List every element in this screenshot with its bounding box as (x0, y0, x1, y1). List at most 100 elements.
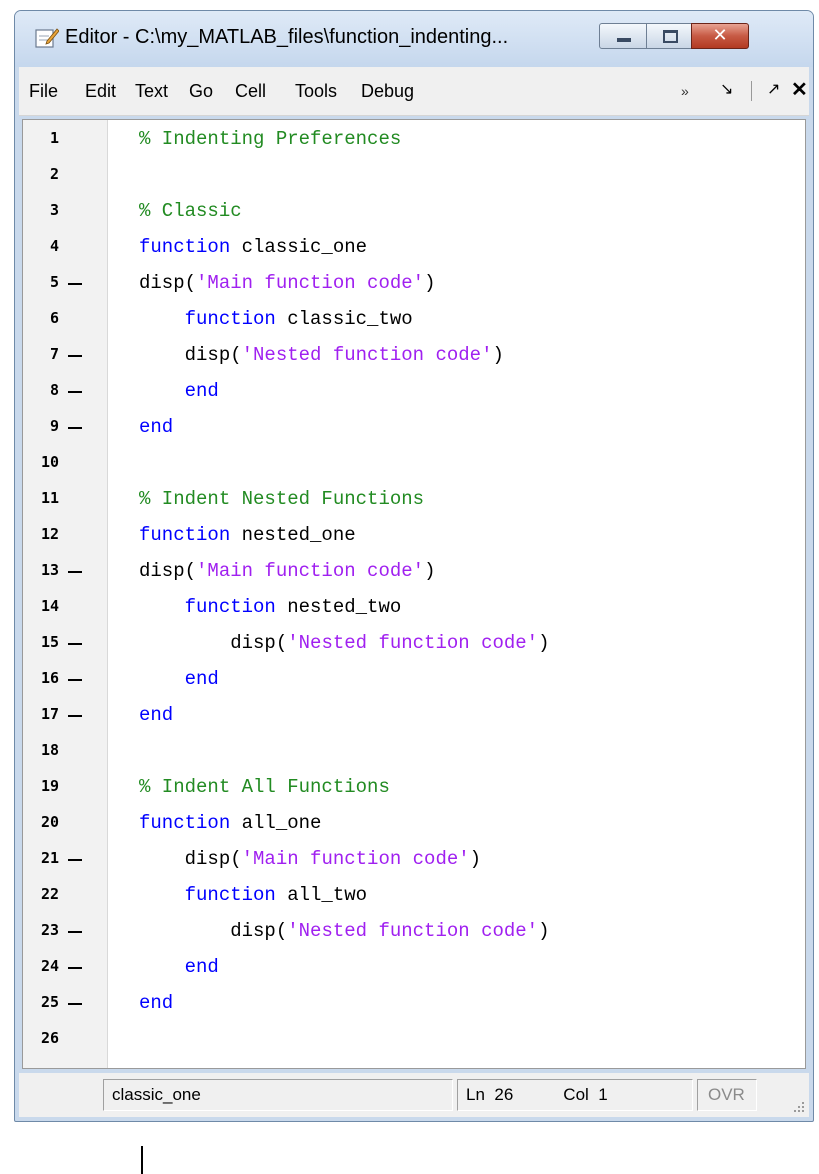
code-line[interactable]: 22 function all_two (23, 878, 805, 914)
keyword-token: function (139, 236, 231, 258)
code-token: classic_two (275, 308, 413, 330)
undock-icon[interactable]: ↗ (767, 79, 780, 99)
breakpoint-marker[interactable] (68, 1003, 82, 1005)
line-number: 14 (40, 597, 59, 615)
code-line[interactable]: 21 disp('Main function code') (23, 842, 805, 878)
title-bar[interactable]: Editor - C:\my_MATLAB_files\function_ind… (15, 11, 813, 67)
code-line[interactable]: 2 (23, 158, 805, 194)
close-editor-icon[interactable]: ✕ (791, 77, 808, 102)
breakpoint-marker[interactable] (68, 859, 82, 861)
breakpoint-marker[interactable] (68, 643, 82, 645)
code-token: classic_one (230, 236, 368, 258)
line-number: 19 (40, 777, 59, 795)
code-line[interactable]: 24 end (23, 950, 805, 986)
breakpoint-marker[interactable] (68, 355, 82, 357)
code-line[interactable]: 7 disp('Nested function code') (23, 338, 805, 374)
comment-token: % Indenting Preferences (139, 128, 402, 150)
code-line[interactable]: 8 end (23, 374, 805, 410)
window-title: Editor - C:\my_MATLAB_files\function_ind… (65, 26, 509, 48)
code-line[interactable]: 10 (23, 446, 805, 482)
code-line[interactable]: 14 function nested_two (23, 590, 805, 626)
code-token: ) (538, 920, 550, 942)
code-line[interactable]: 23 disp('Nested function code') (23, 914, 805, 950)
menu-debug[interactable]: Debug (361, 81, 414, 102)
code-text: function classic_two (139, 308, 413, 330)
code-text: function all_two (139, 884, 367, 906)
menu-file[interactable]: File (29, 81, 58, 102)
breakpoint-marker[interactable] (68, 571, 82, 573)
code-line[interactable]: 25 end (23, 986, 805, 1022)
breakpoint-marker[interactable] (68, 427, 82, 429)
breakpoint-marker[interactable] (68, 931, 82, 933)
menu-cell[interactable]: Cell (235, 81, 266, 102)
code-line[interactable]: 1 % Indenting Preferences (23, 122, 805, 158)
code-line[interactable]: 17 end (23, 698, 805, 734)
code-line[interactable]: 19 % Indent All Functions (23, 770, 805, 806)
breakpoint-marker[interactable] (68, 715, 82, 717)
string-token: 'Main function code' (241, 848, 470, 870)
code-token: ) (538, 632, 550, 654)
maximize-button[interactable] (646, 23, 692, 49)
code-line[interactable]: 12 function nested_one (23, 518, 805, 554)
keyword-token: function (184, 884, 276, 906)
code-line[interactable]: 26 (23, 1022, 805, 1058)
close-window-button[interactable]: ✕ (691, 23, 749, 49)
keyword-token: end (184, 956, 219, 978)
resize-grip-icon[interactable] (793, 1101, 805, 1113)
line-number: 10 (40, 453, 59, 471)
code-text: % Indenting Preferences (139, 128, 401, 150)
breakpoint-marker[interactable] (68, 967, 82, 969)
ln-label: Ln (466, 1085, 485, 1104)
breakpoint-marker[interactable] (68, 679, 82, 681)
line-number: 17 (40, 705, 59, 723)
col-label: Col (563, 1085, 589, 1104)
code-line[interactable]: 18 (23, 734, 805, 770)
col-value: 1 (598, 1085, 608, 1104)
line-number: 15 (40, 633, 59, 651)
code-token: ) (424, 560, 436, 582)
code-line[interactable]: 20 function all_one (23, 806, 805, 842)
code-line[interactable]: 15 disp('Nested function code') (23, 626, 805, 662)
current-function: classic_one (103, 1079, 453, 1111)
code-token: nested_one (230, 524, 356, 546)
minimize-button[interactable] (599, 23, 647, 49)
code-token: nested_two (275, 596, 402, 618)
code-token: all_one (230, 812, 322, 834)
keyword-token: end (184, 668, 219, 690)
code-editor[interactable]: 1% Indenting Preferences 2 3% Classic 4 func… (22, 119, 806, 1174)
code-text: function all_one (139, 812, 321, 834)
code-token: ) (424, 272, 436, 294)
keyword-token: function (184, 596, 276, 618)
breakpoint-marker[interactable] (68, 283, 82, 285)
string-token: 'Main function code' (196, 560, 425, 582)
line-number: 5 (49, 273, 59, 291)
menu-go[interactable]: Go (189, 81, 213, 102)
menu-edit[interactable]: Edit (85, 81, 116, 102)
menu-text[interactable]: Text (135, 81, 168, 102)
code-line[interactable]: 16 end (23, 662, 805, 698)
more-menus-icon[interactable]: » (681, 83, 689, 99)
line-number: 18 (40, 741, 59, 759)
code-token: disp( (139, 560, 197, 582)
code-line[interactable]: 5 disp('Main function code') (23, 266, 805, 302)
code-line[interactable]: 6 function classic_two (23, 302, 805, 338)
breakpoint-marker[interactable] (68, 391, 82, 393)
code-line[interactable]: 13 disp('Main function code') (23, 554, 805, 590)
code-text: disp('Main function code') (139, 272, 435, 294)
line-number: 2 (49, 165, 59, 183)
code-token: ) (469, 848, 482, 870)
code-line[interactable]: 11 % Indent Nested Functions (23, 482, 805, 518)
code-line[interactable]: 9 end (23, 410, 805, 446)
line-number: 6 (49, 309, 59, 327)
code-line[interactable]: 3 % Classic (23, 194, 805, 230)
code-line[interactable]: 4 function classic_one (23, 230, 805, 266)
dock-icon[interactable]: ↘ (720, 79, 733, 99)
code-token: all_two (275, 884, 368, 906)
string-token: 'Nested function code' (287, 632, 539, 654)
menu-bar: File Edit Text Go Cell Tools Debug » ↘ ↗… (19, 67, 809, 116)
menu-tools[interactable]: Tools (295, 81, 337, 102)
